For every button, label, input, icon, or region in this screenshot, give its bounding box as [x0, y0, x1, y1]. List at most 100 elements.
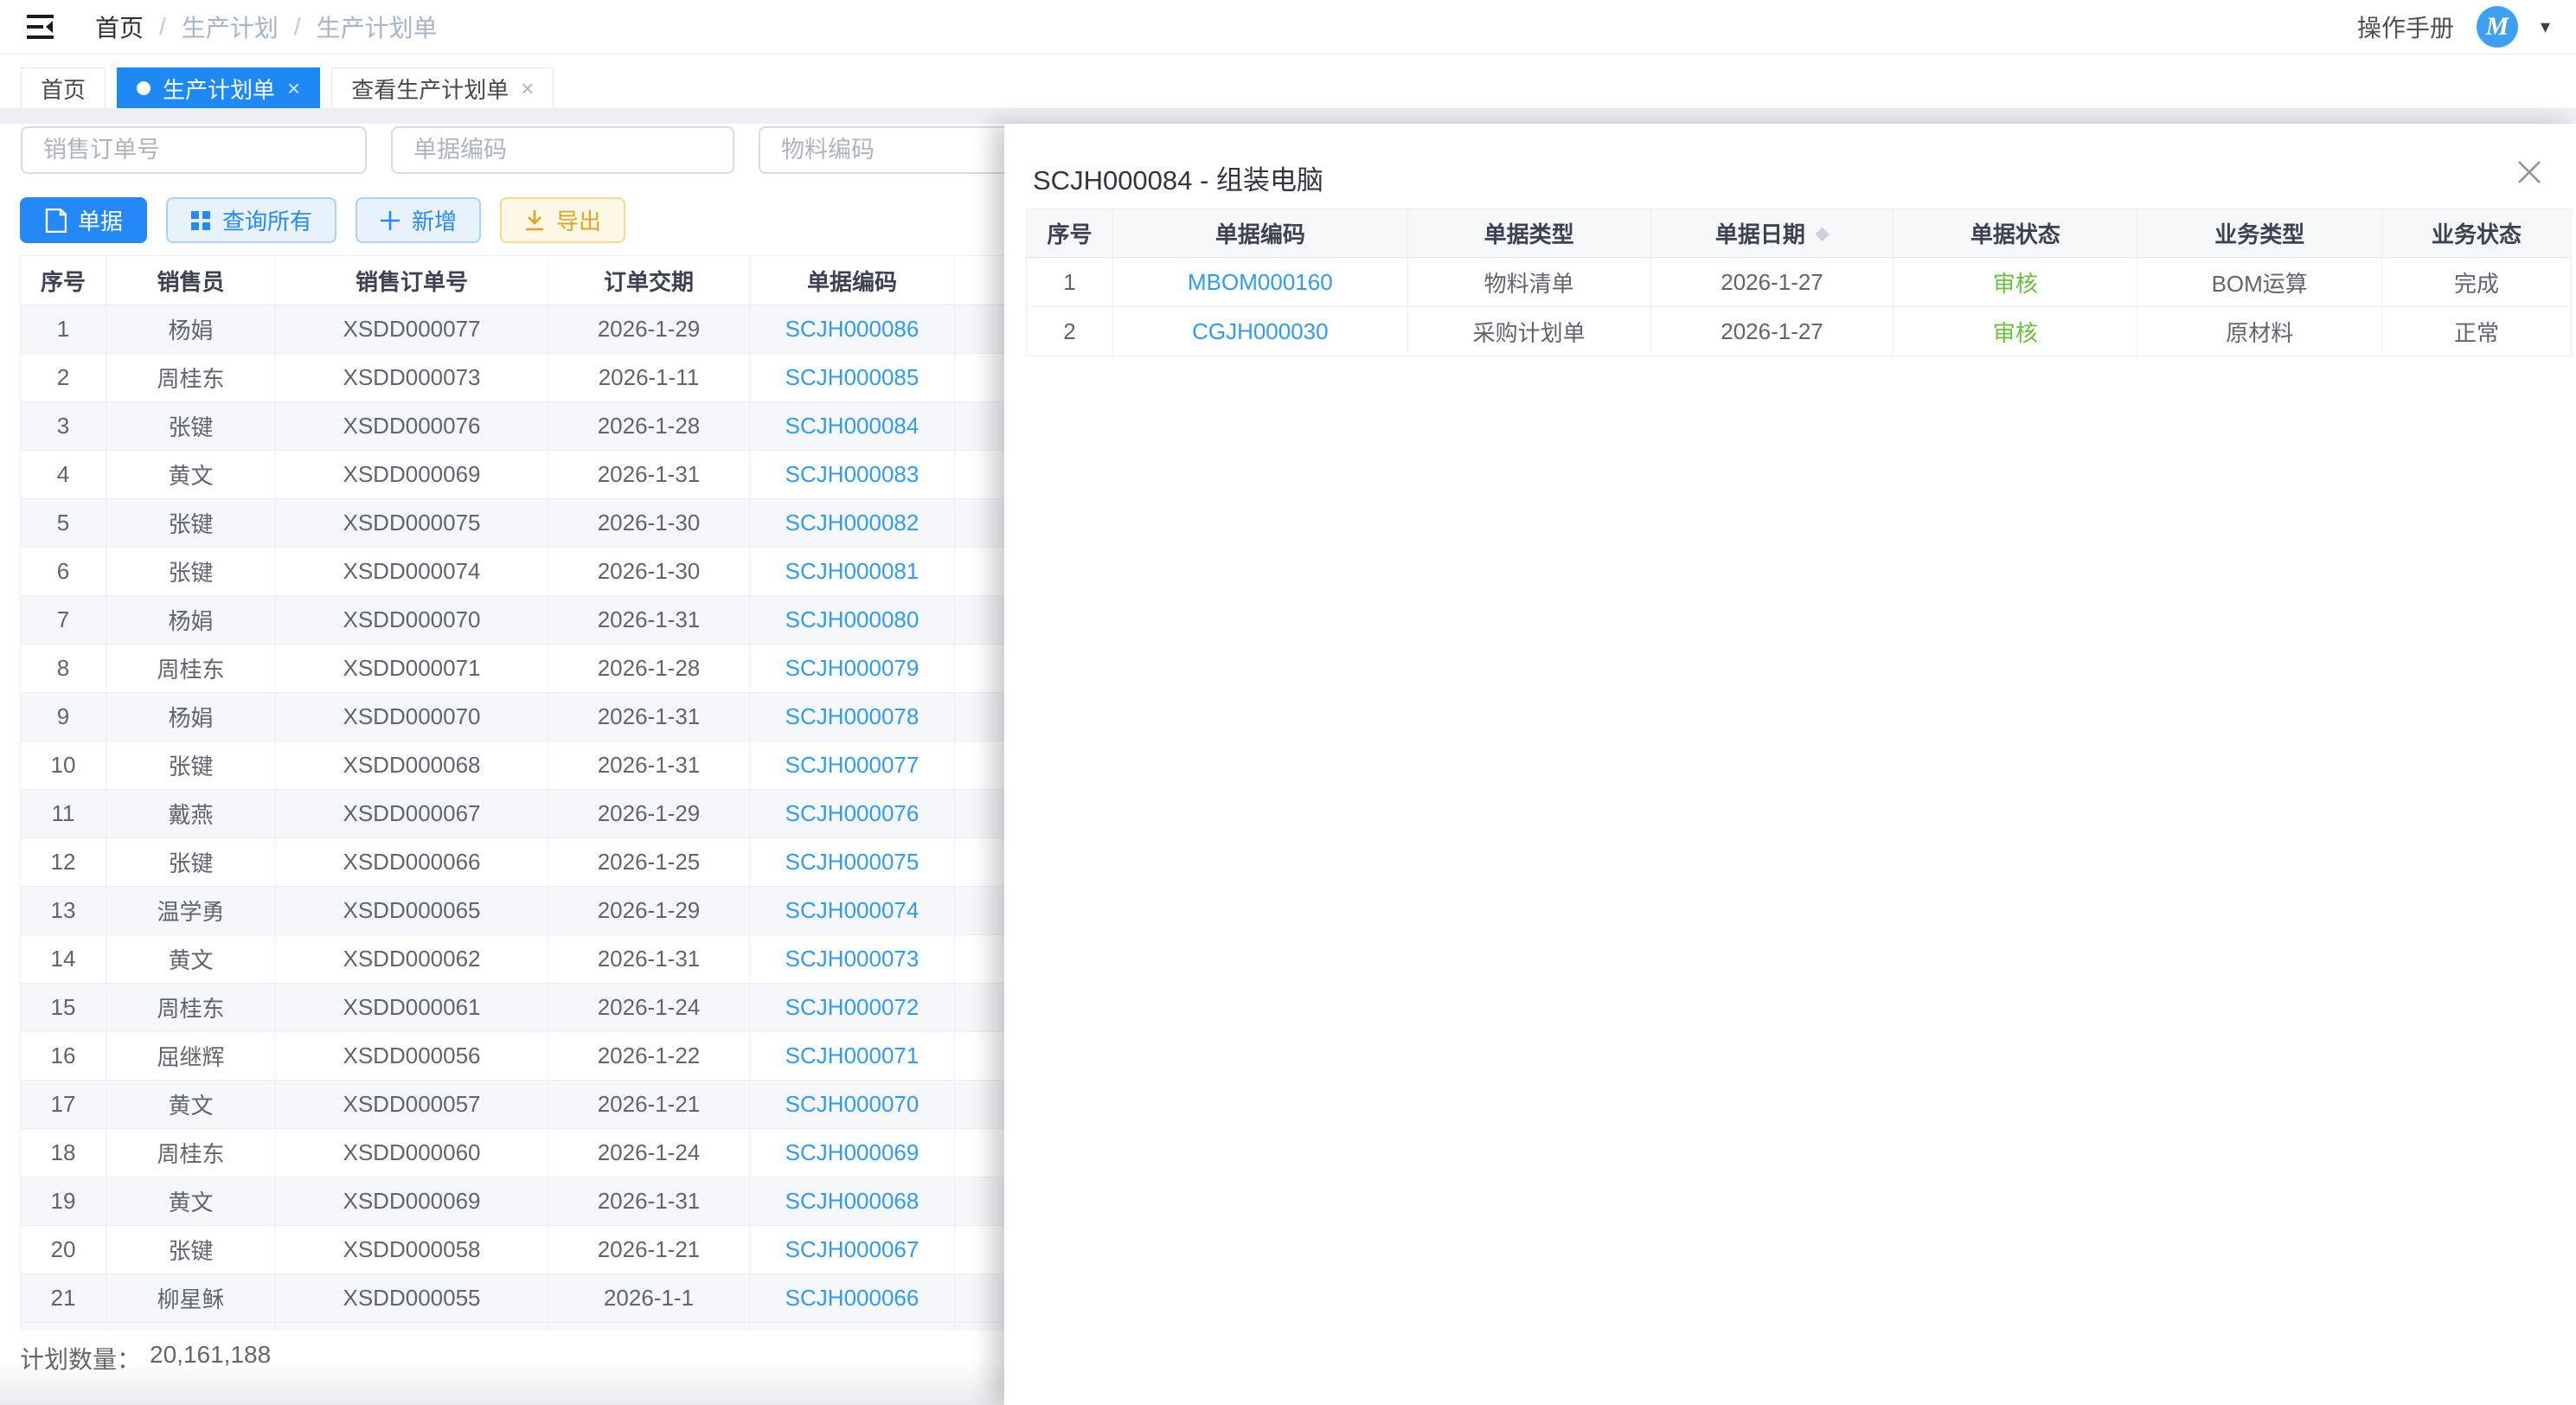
breadcrumb-separator: / — [294, 13, 301, 41]
app-root: { "header": { "breadcrumb": ["首页", "生产计划… — [0, 0, 2576, 1405]
table-row: 5 张键 XSDD000075 2026-1-30 SCJH000082 — [21, 499, 1082, 548]
cell-seq: 8 — [21, 645, 106, 693]
doc-code-link[interactable]: SCJH000073 — [750, 935, 955, 984]
cell-sales-order: XSDD000060 — [276, 1129, 548, 1177]
cell-seq: 3 — [21, 402, 106, 451]
cell-sales-order: XSDD000069 — [276, 1177, 548, 1226]
cell-seller: 周桂东 — [106, 1129, 276, 1177]
cell-sales-order: XSDD000066 — [276, 838, 548, 887]
cell-seller: 杨娟 — [106, 693, 276, 741]
plan-quantity-value: 20,161,188 — [150, 1341, 271, 1376]
breadcrumb-home[interactable]: 首页 — [95, 10, 144, 44]
table-row: 6 张键 XSDD000074 2026-1-30 SCJH000081 — [21, 548, 1082, 596]
doc-code-link[interactable]: SCJH000075 — [750, 838, 955, 887]
query-all-button[interactable]: 查询所有 — [166, 197, 336, 243]
doc-code-link[interactable]: CGJH000030 — [1113, 307, 1408, 356]
cell-seller: 周桂东 — [106, 354, 276, 402]
doc-code-link[interactable]: SCJH000068 — [750, 1177, 955, 1226]
export-button[interactable]: 导出 — [500, 197, 625, 243]
cell-due-date: 2026-1-29 — [548, 305, 750, 354]
cell-sales-order: XSDD000073 — [276, 354, 548, 402]
tab-label: 首页 — [41, 73, 86, 105]
doc-code-link[interactable]: SCJH000084 — [750, 402, 955, 451]
drawer-table-row: 2 CGJH000030 采购计划单 2026-1-27 审核 原材料 正常 — [1027, 307, 2572, 356]
cell-seq: 2 — [21, 354, 106, 402]
doc-status-badge: 审核 — [1894, 258, 2137, 307]
manual-link[interactable]: 操作手册 — [2357, 10, 2454, 44]
doc-code-link[interactable]: SCJH000086 — [750, 305, 955, 354]
doc-code-link[interactable]: SCJH000077 — [750, 741, 955, 790]
table-row: 16 屈继辉 XSDD000056 2026-1-22 SCJH000071 — [21, 1032, 1082, 1081]
tab-close-icon[interactable]: × — [521, 77, 534, 99]
breadcrumb-production-plan[interactable]: 生产计划 — [182, 10, 279, 44]
doc-code-link[interactable]: SCJH000079 — [750, 645, 955, 693]
cell-sales-order: XSDD000077 — [276, 305, 548, 354]
app-header: 首页 / 生产计划 / 生产计划单 操作手册 M ▾ — [0, 0, 2576, 55]
cell-seq: 1 — [1027, 258, 1113, 307]
sales-order-input[interactable] — [21, 126, 367, 174]
doc-code-input[interactable] — [391, 126, 734, 174]
doc-code-link[interactable]: SCJH000070 — [750, 1081, 955, 1129]
cell-seq: 6 — [21, 548, 106, 596]
cell-seq: 20 — [21, 1226, 106, 1274]
doc-code-link[interactable]: SCJH000083 — [750, 451, 955, 499]
cell-due-date: 2026-1-31 — [548, 1177, 750, 1226]
cell-sales-order: XSDD000065 — [276, 887, 548, 935]
doc-code-link[interactable]: SCJH000071 — [750, 1032, 955, 1081]
cell-due-date: 2026-1-24 — [548, 1129, 750, 1177]
cell-due-date: 2026-1-29 — [548, 887, 750, 935]
doc-code-link[interactable]: SCJH000066 — [750, 1274, 955, 1323]
cell-due-date: 2026-1-11 — [548, 354, 750, 402]
col-doc-code: 单据编码 — [750, 256, 955, 305]
close-icon[interactable] — [2515, 158, 2543, 186]
grid-icon — [190, 210, 211, 231]
cell-due-date: 2026-1-28 — [548, 402, 750, 451]
cell-seller: 张键 — [106, 499, 276, 548]
cell-doc-type: 采购计划单 — [1408, 307, 1651, 356]
doc-code-link[interactable]: SCJH000069 — [750, 1129, 955, 1177]
cell-seq: 5 — [21, 499, 106, 548]
doc-code-link[interactable]: SCJH000074 — [750, 887, 955, 935]
sort-icon[interactable]: ◆ — [1816, 222, 1829, 244]
table-row: 8 周桂东 XSDD000071 2026-1-28 SCJH000079 — [21, 645, 1082, 693]
table-row: 13 温学勇 XSDD000065 2026-1-29 SCJH000074 — [21, 887, 1082, 935]
cell-due-date: 2026-1-1 — [548, 1274, 750, 1323]
download-icon — [524, 209, 545, 232]
table-row: 19 黄文 XSDD000069 2026-1-31 SCJH000068 — [21, 1177, 1082, 1226]
cell-seq: 2 — [1027, 307, 1113, 356]
cell-seller: 周桂东 — [106, 645, 276, 693]
tab-close-icon[interactable]: × — [287, 77, 300, 99]
document-icon — [44, 209, 67, 233]
drawer-header-row: 序号 单据编码 单据类型 单据日期 ◆ 单据状态 业务类型 业务状态 — [1027, 209, 2572, 258]
tab-view-production-plan-order[interactable]: 查看生产计划单 × — [331, 67, 554, 108]
doc-code-link[interactable]: SCJH000078 — [750, 693, 955, 741]
table-row: 21 柳星稣 XSDD000055 2026-1-1 SCJH000066 — [21, 1274, 1082, 1323]
breadcrumb-production-plan-order[interactable]: 生产计划单 — [317, 10, 438, 44]
doc-code-link[interactable]: SCJH000082 — [750, 499, 955, 548]
cell-sales-order: XSDD000071 — [276, 645, 548, 693]
tab-production-plan-order[interactable]: 生产计划单 × — [117, 67, 320, 108]
document-button[interactable]: 单据 — [20, 197, 147, 243]
cell-biz-type: 原材料 — [2137, 307, 2382, 356]
breadcrumb-separator: / — [159, 13, 166, 41]
cell-due-date: 2026-1-31 — [548, 693, 750, 741]
table-row: 4 黄文 XSDD000069 2026-1-31 SCJH000083 — [21, 451, 1082, 499]
doc-code-link[interactable]: SCJH000076 — [750, 790, 955, 838]
doc-code-link[interactable]: SCJH000085 — [750, 354, 955, 402]
cell-sales-order: XSDD000074 — [276, 548, 548, 596]
doc-code-link[interactable]: SCJH000081 — [750, 548, 955, 596]
add-button[interactable]: 新增 — [356, 197, 481, 243]
doc-code-link[interactable]: SCJH000080 — [750, 596, 955, 645]
cell-seller: 黄文 — [106, 1081, 276, 1129]
menu-fold-icon[interactable] — [26, 14, 55, 40]
avatar[interactable]: M — [2477, 6, 2518, 48]
doc-code-link[interactable]: SCJH000067 — [750, 1226, 955, 1274]
cell-due-date: 2026-1-28 — [548, 645, 750, 693]
dropdown-caret-icon[interactable]: ▾ — [2541, 17, 2550, 36]
cell-sales-order: XSDD000067 — [276, 790, 548, 838]
tab-home[interactable]: 首页 — [21, 67, 106, 108]
doc-code-link[interactable]: SCJH000072 — [750, 984, 955, 1032]
cell-sales-order: XSDD000068 — [276, 741, 548, 790]
cell-seq: 14 — [21, 935, 106, 984]
doc-code-link[interactable]: MBOM000160 — [1113, 258, 1408, 307]
